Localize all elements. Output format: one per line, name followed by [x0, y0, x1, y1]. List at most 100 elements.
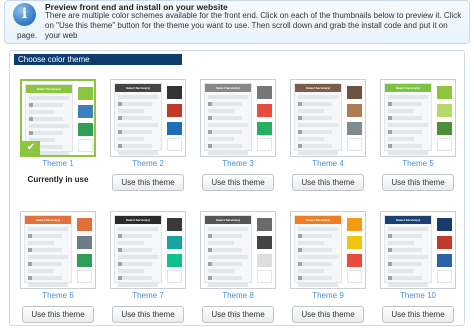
color-swatch	[437, 218, 452, 231]
color-swatch	[257, 254, 272, 267]
thumbnail-form-line	[208, 276, 242, 280]
panel-header: Choose color theme	[14, 54, 182, 65]
theme-thumbnail[interactable]: Select Service(s)	[380, 79, 456, 157]
use-this-theme-button[interactable]: Use this theme	[292, 174, 364, 191]
theme-thumbnail[interactable]: Select Service(s)	[380, 211, 456, 289]
use-this-theme-button[interactable]: Use this theme	[22, 306, 94, 323]
thumbnail-form-line	[388, 102, 422, 106]
thumbnail-form-line	[28, 227, 68, 231]
thumbnail-form-line	[208, 109, 234, 113]
color-swatch	[77, 236, 92, 249]
thumbnail-form-line	[388, 276, 422, 280]
theme-name-link[interactable]: Theme 1	[20, 159, 96, 168]
info-icon: i	[13, 3, 36, 26]
thumbnail-form-line	[28, 269, 54, 273]
theme-tile-7: Select Service(s) Theme 7 Use this theme	[110, 211, 186, 323]
color-swatch	[437, 86, 452, 99]
thumbnail-form-line	[118, 116, 152, 120]
theme-thumbnail[interactable]: Select Service(s) ✔	[20, 79, 96, 157]
thumbnail-form-line	[118, 269, 144, 273]
color-swatch	[257, 236, 272, 249]
theme-tile-1: Select Service(s) ✔ Theme 1 Currently in us…	[20, 79, 96, 184]
thumbnail-form-header: Select Service(s)	[26, 85, 72, 93]
color-swatch	[257, 104, 272, 117]
theme-thumbnail[interactable]: Select Service(s)	[20, 211, 96, 289]
thumbnail-form-preview: Select Service(s)	[384, 83, 432, 155]
thumbnail-form-line	[28, 283, 68, 287]
theme-name-link[interactable]: Theme 7	[110, 291, 186, 300]
thumbnail-form-line	[208, 234, 242, 238]
theme-thumbnail[interactable]: Select Service(s)	[110, 79, 186, 157]
thumbnail-form-line	[298, 241, 324, 245]
thumbnail-form-line	[298, 123, 338, 127]
thumbnail-form-line	[298, 130, 332, 134]
thumbnail-form-line	[208, 262, 242, 266]
theme-name-link[interactable]: Theme 5	[380, 159, 456, 168]
thumbnail-form-line	[298, 269, 324, 273]
theme-name-link[interactable]: Theme 10	[380, 291, 456, 300]
checkmark-icon: ✔	[22, 141, 40, 155]
thumbnail-form-line	[388, 109, 414, 113]
theme-thumbnail[interactable]: Select Service(s)	[290, 79, 366, 157]
theme-tile-8: Select Service(s) Theme 8 Use this theme	[200, 211, 276, 323]
thumbnail-form-line	[28, 262, 62, 266]
color-swatch	[167, 236, 182, 249]
theme-name-link[interactable]: Theme 8	[200, 291, 276, 300]
thumbnail-form-line	[208, 248, 242, 252]
color-swatch	[437, 254, 452, 267]
color-swatch	[257, 122, 272, 135]
color-swatch	[257, 270, 272, 283]
thumbnail-form-line	[208, 137, 234, 141]
thumbnail-form-line	[118, 255, 158, 259]
thumbnail-form-line	[28, 241, 54, 245]
color-swatch	[78, 87, 93, 100]
use-this-theme-button[interactable]: Use this theme	[292, 306, 364, 323]
use-this-theme-button[interactable]: Use this theme	[112, 306, 184, 323]
currently-in-use-label: Currently in use	[27, 175, 89, 184]
color-swatch	[257, 218, 272, 231]
thumbnail-form-line	[298, 144, 332, 148]
color-swatch	[347, 138, 362, 151]
thumbnail-form-line	[118, 227, 158, 231]
theme-name-link[interactable]: Theme 6	[20, 291, 96, 300]
thumbnail-form-line	[208, 116, 242, 120]
use-this-theme-button[interactable]: Use this theme	[112, 174, 184, 191]
thumbnail-form-header: Select Service(s)	[205, 216, 251, 224]
color-swatch	[257, 138, 272, 151]
theme-thumbnail[interactable]: Select Service(s)	[200, 79, 276, 157]
thumbnail-form-line	[29, 131, 63, 135]
use-this-theme-button[interactable]: Use this theme	[382, 306, 454, 323]
use-this-theme-button[interactable]: Use this theme	[202, 174, 274, 191]
color-swatch	[167, 86, 182, 99]
thumbnail-form-line	[118, 262, 152, 266]
theme-name-link[interactable]: Theme 2	[110, 159, 186, 168]
thumbnail-form-preview: Select Service(s)	[204, 83, 252, 155]
theme-thumbnail[interactable]: Select Service(s)	[110, 211, 186, 289]
theme-name-link[interactable]: Theme 9	[290, 291, 366, 300]
thumbnail-form-line	[388, 248, 422, 252]
thumbnail-form-line	[28, 276, 62, 280]
thumbnail-form-line	[208, 144, 242, 148]
thumbnail-form-line	[298, 248, 332, 252]
color-swatch	[167, 122, 182, 135]
info-banner: i Preview front end and install on your …	[4, 0, 470, 44]
theme-tile-5: Select Service(s) Theme 5 Use this theme	[380, 79, 456, 191]
theme-thumbnail[interactable]: Select Service(s)	[290, 211, 366, 289]
thumbnail-form-header: Select Service(s)	[115, 84, 161, 92]
theme-thumbnail[interactable]: Select Service(s)	[200, 211, 276, 289]
thumbnail-form-preview: Select Service(s)	[24, 215, 72, 287]
thumbnail-form-line	[208, 241, 234, 245]
thumbnail-form-line	[298, 227, 338, 231]
thumbnail-form-line	[388, 116, 422, 120]
thumbnail-form-line	[208, 123, 248, 127]
thumbnail-form-line	[28, 255, 68, 259]
thumbnail-form-line	[28, 248, 62, 252]
use-this-theme-button[interactable]: Use this theme	[202, 306, 274, 323]
theme-name-link[interactable]: Theme 4	[290, 159, 366, 168]
color-swatch	[77, 270, 92, 283]
theme-name-link[interactable]: Theme 3	[200, 159, 276, 168]
use-this-theme-button[interactable]: Use this theme	[382, 174, 454, 191]
thumbnail-form-line	[29, 103, 63, 107]
thumbnail-form-line	[388, 255, 428, 259]
thumbnail-form-line	[298, 137, 324, 141]
